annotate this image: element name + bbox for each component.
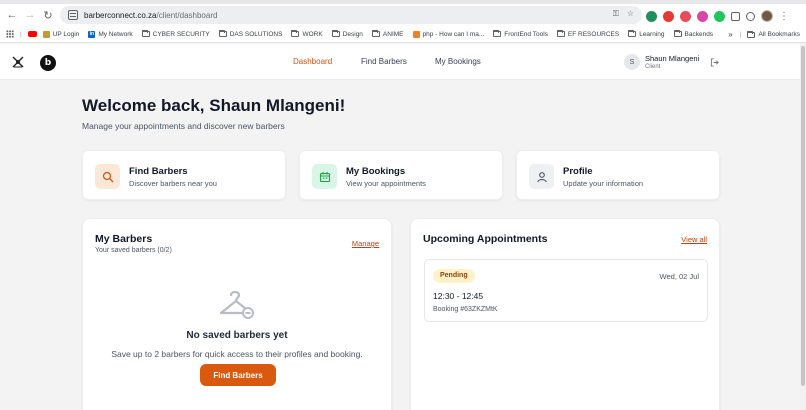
logout-icon[interactable] [710, 58, 719, 67]
scrollbar-thumb[interactable] [801, 46, 805, 386]
appointment-time: 12:30 - 12:45 [433, 291, 484, 301]
bookmark-folder[interactable]: CYBER SECURITY [141, 30, 210, 38]
downloads-icon[interactable] [746, 11, 755, 21]
empty-state-title: No saved barbers yet [186, 330, 288, 341]
extension-abp-icon[interactable] [680, 10, 691, 22]
upcoming-title: Upcoming Appointments [423, 233, 548, 245]
folder-icon [218, 30, 227, 37]
quick-card-profile[interactable]: Profile Update your information [516, 150, 720, 200]
my-barbers-title: My Barbers [95, 233, 153, 245]
booking-reference: Booking #63ZKZMtK [433, 306, 498, 313]
folder-icon [747, 30, 756, 38]
quick-card-my-bookings[interactable]: My Bookings View your appointments [299, 150, 503, 200]
back-icon[interactable]: ← [3, 6, 21, 24]
view-all-link[interactable]: View all [681, 235, 707, 244]
user-name: Shaun Mlangeni [645, 54, 700, 63]
extension-grammarly-icon[interactable] [646, 10, 657, 22]
forward-icon[interactable]: → [21, 6, 39, 24]
extensions-bar: ⋮ [646, 10, 789, 22]
page-subtitle: Manage your appointments and discover ne… [82, 121, 285, 131]
password-key-icon[interactable]: ⚿ [613, 9, 619, 19]
reload-icon[interactable]: ↻ [39, 6, 57, 24]
apps-grid-icon[interactable] [6, 30, 14, 38]
more-bookmarks-button[interactable]: » [728, 30, 732, 39]
stackoverflow-icon [412, 30, 420, 38]
bookmarks-divider: | [20, 30, 22, 38]
quick-card-subtitle: Discover barbers near you [129, 179, 217, 188]
search-icon [95, 164, 120, 189]
find-barbers-button[interactable]: Find Barbers [200, 364, 276, 386]
page-title: Welcome back, Shaun Mlangeni! [82, 96, 346, 115]
bookmark-folder[interactable]: Backends [673, 30, 713, 38]
hanger-icon [219, 290, 254, 319]
bookmark-folder[interactable]: Design [331, 30, 363, 38]
user-icon [529, 164, 554, 189]
bookmark-folder[interactable]: DAS SOLUTIONS [218, 30, 282, 38]
nav-find-barbers[interactable]: Find Barbers [361, 57, 407, 66]
quick-card-find-barbers[interactable]: Find Barbers Discover barbers near you [82, 150, 286, 200]
status-badge: Pending [433, 269, 475, 283]
extensions-puzzle-icon[interactable] [731, 11, 740, 21]
browser-menu-icon[interactable]: ⋮ [779, 11, 789, 22]
page-scrollbar[interactable] [800, 44, 806, 410]
app-header: b Dashboard Find Barbers My Bookings S S… [0, 44, 806, 80]
user-role: Client [645, 64, 661, 70]
quick-card-subtitle: View your appointments [346, 179, 426, 188]
browser-toolbar: ← → ↻ barberconnect.co.za/client/dashboa… [0, 4, 806, 26]
url-path: /client/dashboard [156, 10, 218, 20]
empty-state-description: Save up to 2 barbers for quick access to… [111, 349, 363, 359]
nav-dashboard[interactable]: Dashboard [293, 57, 332, 66]
my-barbers-panel: My Barbers Your saved barbers (0/2) Mana… [82, 218, 392, 410]
extension-green-icon[interactable] [714, 10, 725, 22]
folder-icon [371, 30, 380, 37]
upcoming-appointments-panel: Upcoming Appointments View all Pending W… [410, 218, 720, 410]
all-bookmarks-button[interactable]: All Bookmarks [747, 30, 800, 38]
up-icon [42, 30, 50, 38]
quick-card-subtitle: Update your information [563, 179, 644, 188]
folder-icon [291, 30, 300, 37]
manage-link[interactable]: Manage [352, 239, 379, 248]
bookmark-item[interactable]: php - How can I ma... [412, 30, 484, 38]
calendar-icon [312, 164, 337, 189]
bookmark-item[interactable]: UP Login [42, 30, 79, 38]
folder-icon [556, 30, 565, 37]
bookmarks-divider: | [739, 31, 742, 38]
youtube-icon[interactable] [27, 31, 37, 37]
url-host: barberconnect.co.za [84, 10, 157, 20]
quick-card-title: My Bookings [346, 166, 406, 177]
quick-card-title: Find Barbers [129, 166, 188, 177]
linkedin-icon: in [88, 30, 96, 38]
quick-card-title: Profile [563, 166, 593, 177]
folder-icon [493, 30, 502, 37]
bookmark-folder[interactable]: WORK [291, 30, 323, 38]
bookmark-folder[interactable]: Learning [628, 30, 665, 38]
bookmarks-bar: | UP Login in My Network CYBER SECURITY D… [0, 26, 806, 43]
avatar[interactable]: S [624, 54, 640, 70]
folder-icon [331, 30, 340, 37]
bookmark-item[interactable]: in My Network [88, 30, 133, 38]
folder-icon [673, 30, 682, 37]
nav-my-bookings[interactable]: My Bookings [435, 57, 481, 66]
bookmark-star-icon[interactable]: ☆ [627, 9, 634, 19]
extension-red-icon[interactable] [663, 10, 674, 22]
my-barbers-count: Your saved barbers (0/2) [95, 247, 172, 254]
browser-profile-avatar[interactable] [761, 10, 773, 22]
bookmark-folder[interactable]: ANIME [371, 30, 404, 38]
folder-icon [141, 30, 150, 37]
appointment-card[interactable]: Pending Wed, 02 Jul 12:30 - 12:45 Bookin… [424, 259, 708, 322]
bookmark-folder[interactable]: FrontEnd Tools [493, 30, 548, 38]
folder-icon [628, 30, 637, 37]
address-bar[interactable]: barberconnect.co.za/client/dashboard ⚿ ☆ [60, 6, 642, 24]
site-info-icon[interactable] [68, 10, 78, 20]
bookmark-folder[interactable]: EF RESOURCES [556, 30, 619, 38]
appointment-date: Wed, 02 Jul [659, 272, 699, 281]
extension-pink-icon[interactable] [697, 10, 708, 22]
